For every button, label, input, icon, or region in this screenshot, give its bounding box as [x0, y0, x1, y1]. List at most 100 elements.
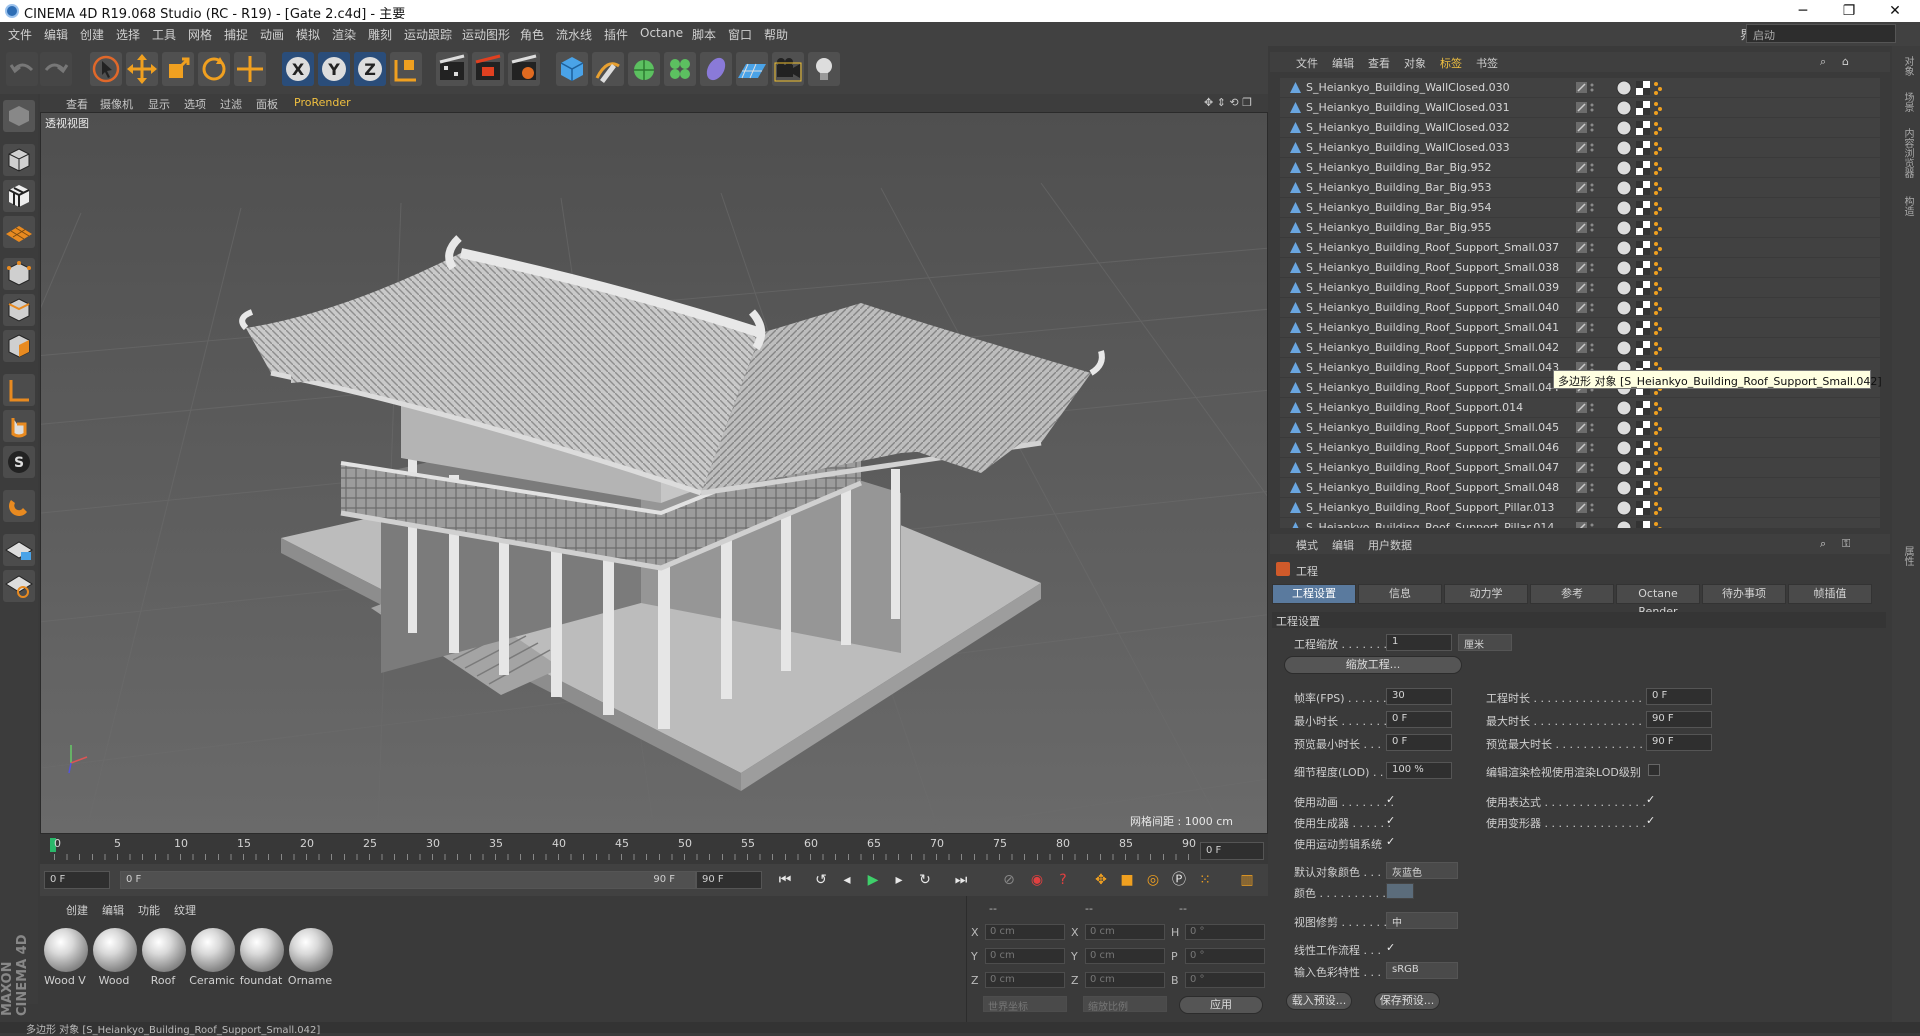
- attr-menu-edit[interactable]: 编辑: [1332, 537, 1354, 553]
- viewport-menu-display[interactable]: 显示: [148, 96, 170, 112]
- object-home-icon[interactable]: ⌂: [1842, 55, 1849, 68]
- object-row[interactable]: S_Heiankyo_Building_Roof_Support_Small.0…: [1280, 478, 1880, 498]
- object-row[interactable]: S_Heiankyo_Building_WallClosed.033: [1280, 138, 1880, 158]
- coord-system-dropdown[interactable]: 世界坐标: [983, 996, 1067, 1013]
- preview-max-field[interactable]: 90 F: [1646, 734, 1712, 751]
- apply-button[interactable]: 应用: [1179, 996, 1263, 1014]
- current-frame-field[interactable]: 0 F: [1200, 842, 1264, 860]
- snap-icon[interactable]: S: [3, 446, 35, 478]
- record-keyframe-icon[interactable]: ◉: [1026, 869, 1048, 891]
- coord-rot-p-field[interactable]: 0 °: [1185, 948, 1265, 964]
- object-row[interactable]: S_Heiankyo_Building_Roof_Support_Small.0…: [1280, 278, 1880, 298]
- menu-mesh[interactable]: 网格: [188, 26, 212, 43]
- object-menu-file[interactable]: 文件: [1296, 55, 1318, 71]
- load-preset-button[interactable]: 载入预设...: [1286, 992, 1352, 1010]
- coord-size-z-field[interactable]: 0 cm: [1085, 972, 1165, 988]
- menu-edit[interactable]: 编辑: [44, 26, 68, 43]
- coord-size-y-field[interactable]: 0 cm: [1085, 948, 1165, 964]
- minimize-button[interactable]: ─: [1780, 0, 1826, 22]
- visibility-flags-icon[interactable]: [1576, 342, 1598, 353]
- menu-script[interactable]: 脚本: [692, 26, 716, 43]
- texture-mode-icon[interactable]: [3, 180, 35, 212]
- menu-window[interactable]: 窗口: [728, 26, 752, 43]
- floor-icon[interactable]: [736, 52, 768, 86]
- menu-select[interactable]: 选择: [116, 26, 140, 43]
- edge-mode-icon[interactable]: [3, 294, 35, 326]
- material-swatch[interactable]: Wood V: [42, 926, 88, 988]
- visibility-flags-icon[interactable]: [1576, 202, 1598, 213]
- object-row[interactable]: S_Heiankyo_Building_Bar_Big.952: [1280, 158, 1880, 178]
- menu-motion-tracking[interactable]: 运动跟踪: [404, 26, 452, 43]
- visibility-flags-icon[interactable]: [1576, 182, 1598, 193]
- object-menu-tags[interactable]: 标签: [1440, 55, 1462, 71]
- material-tags-icon[interactable]: [1616, 440, 1676, 456]
- planar-workplane-icon[interactable]: [3, 570, 35, 602]
- viewport-menu-filter[interactable]: 过滤: [220, 96, 242, 112]
- menu-character[interactable]: 角色: [520, 26, 544, 43]
- material-swatch[interactable]: Roof: [140, 926, 186, 988]
- material-tags-icon[interactable]: [1616, 160, 1676, 176]
- timeline-window-icon[interactable]: ▥: [1236, 869, 1258, 891]
- material-menu-create[interactable]: 创建: [66, 902, 88, 918]
- viewport-menu-prorender[interactable]: ProRender: [294, 96, 351, 109]
- render-picture-viewer-icon[interactable]: [472, 52, 504, 86]
- attr-menu-mode[interactable]: 模式: [1296, 537, 1318, 553]
- save-preset-button[interactable]: 保存预设...: [1374, 992, 1440, 1010]
- tweak-mode-icon[interactable]: [3, 410, 35, 442]
- material-tags-icon[interactable]: [1616, 180, 1676, 196]
- tab-project-settings[interactable]: 工程设置: [1272, 584, 1356, 604]
- viewport-menu-cameras[interactable]: 摄像机: [100, 96, 133, 112]
- object-search-icon[interactable]: ⌕: [1820, 55, 1826, 69]
- visibility-flags-icon[interactable]: [1576, 122, 1598, 133]
- z-axis-lock-icon[interactable]: Z: [354, 52, 386, 86]
- visibility-flags-icon[interactable]: [1576, 262, 1598, 273]
- coord-pos-x-field[interactable]: 0 cm: [985, 924, 1065, 940]
- use-deformers-checkbox[interactable]: ✓: [1646, 815, 1658, 827]
- visibility-flags-icon[interactable]: [1576, 282, 1598, 293]
- previous-frame-icon[interactable]: ◂: [836, 869, 858, 891]
- menu-pipeline[interactable]: 流水线: [556, 26, 592, 43]
- material-tags-icon[interactable]: [1616, 400, 1676, 416]
- use-motion-system-checkbox[interactable]: ✓: [1386, 836, 1398, 848]
- go-to-end-icon[interactable]: ⏭: [950, 869, 972, 891]
- material-swatch[interactable]: Ceramic: [189, 926, 235, 988]
- start-frame-field[interactable]: 0 F: [44, 871, 110, 889]
- visibility-flags-icon[interactable]: [1576, 222, 1598, 233]
- deformer-icon[interactable]: [700, 52, 732, 86]
- use-expressions-checkbox[interactable]: ✓: [1646, 794, 1658, 806]
- material-tags-icon[interactable]: [1616, 80, 1676, 96]
- material-tags-icon[interactable]: [1616, 120, 1676, 136]
- next-key-icon[interactable]: ↻: [914, 869, 936, 891]
- linear-workflow-checkbox[interactable]: ✓: [1386, 942, 1398, 954]
- visibility-flags-icon[interactable]: [1576, 102, 1598, 113]
- timeline-ruler[interactable]: 0 5 10 15 20 25 30 35 40 45 50 55 60 65 …: [40, 834, 1268, 864]
- material-tags-icon[interactable]: [1616, 300, 1676, 316]
- object-row[interactable]: S_Heiankyo_Building_Roof_Support_Small.0…: [1280, 338, 1880, 358]
- end-frame-field[interactable]: 90 F: [696, 871, 762, 889]
- model-mode-icon[interactable]: [3, 144, 35, 176]
- coordinate-system-icon[interactable]: [390, 52, 422, 86]
- material-tags-icon[interactable]: [1616, 100, 1676, 116]
- material-tags-icon[interactable]: [1616, 460, 1676, 476]
- project-scale-field[interactable]: 1: [1386, 634, 1452, 651]
- live-select-icon[interactable]: [90, 52, 122, 86]
- side-tab-content-browser[interactable]: 内容浏览器: [1900, 128, 1915, 178]
- fps-field[interactable]: 30: [1386, 688, 1452, 705]
- object-row[interactable]: S_Heiankyo_Building_Bar_Big.953: [1280, 178, 1880, 198]
- object-row[interactable]: S_Heiankyo_Building_Roof_Support_Small.0…: [1280, 458, 1880, 478]
- object-menu-objects[interactable]: 对象: [1404, 55, 1426, 71]
- cube-icon[interactable]: [556, 52, 588, 86]
- tab-todo[interactable]: 待办事项: [1702, 584, 1786, 604]
- object-row[interactable]: S_Heiankyo_Building_WallClosed.032: [1280, 118, 1880, 138]
- project-scale-unit-dropdown[interactable]: 厘米: [1458, 634, 1512, 651]
- menu-create[interactable]: 创建: [80, 26, 104, 43]
- move-icon[interactable]: [126, 52, 158, 86]
- attr-lock-icon[interactable]: ⚿: [1842, 537, 1850, 551]
- coord-pos-z-field[interactable]: 0 cm: [985, 972, 1065, 988]
- tab-dynamics[interactable]: 动力学: [1444, 584, 1528, 604]
- material-tags-icon[interactable]: [1616, 420, 1676, 436]
- object-menu-edit[interactable]: 编辑: [1332, 55, 1354, 71]
- material-menu-function[interactable]: 功能: [138, 902, 160, 918]
- render-view-icon[interactable]: [436, 52, 468, 86]
- next-frame-icon[interactable]: ▸: [888, 869, 910, 891]
